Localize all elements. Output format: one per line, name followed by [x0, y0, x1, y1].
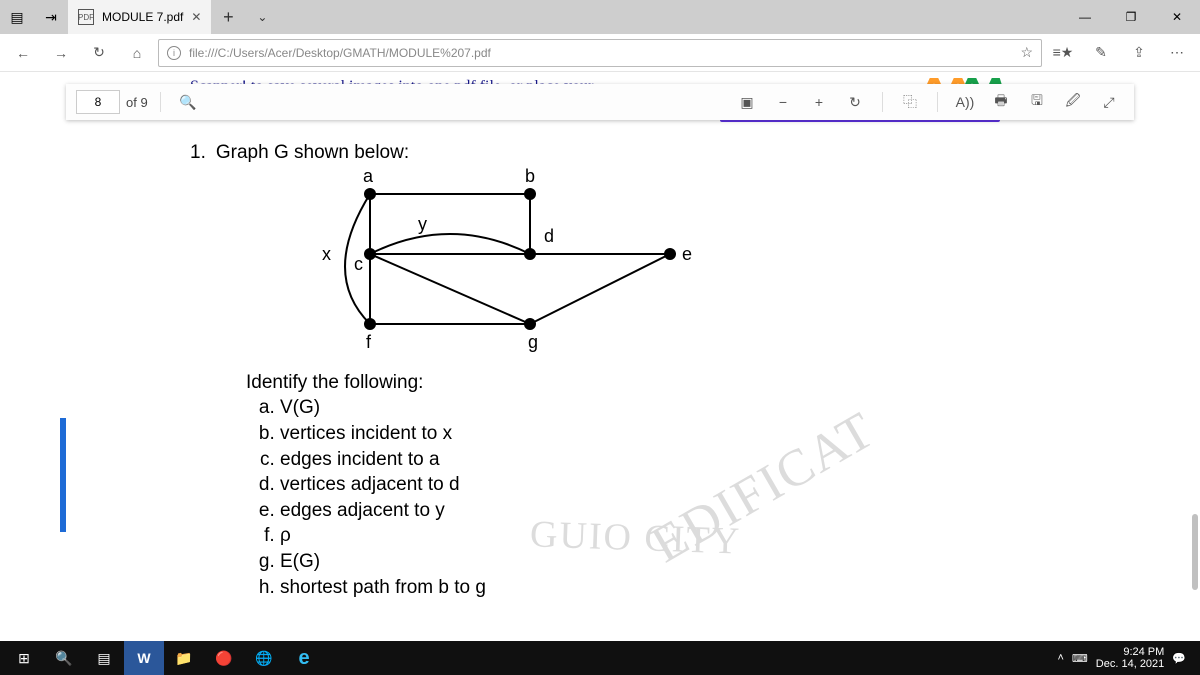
question-item: vertices incident to x — [280, 421, 830, 447]
print-icon[interactable]: 🖶 — [986, 87, 1016, 117]
question-item: ρ — [280, 523, 830, 549]
save-icon[interactable]: 🖫 — [1022, 87, 1052, 117]
tab-chevron-icon[interactable]: ⌄ — [245, 0, 279, 34]
tray-chevron-icon[interactable]: ˄ — [1057, 652, 1063, 664]
edge-taskbar-icon[interactable]: e — [284, 641, 324, 675]
notifications-icon[interactable]: 💬 — [1172, 652, 1186, 665]
maximize-button[interactable]: ❐ — [1108, 0, 1154, 34]
address-bar[interactable]: i file:///C:/Users/Acer/Desktop/GMATH/MO… — [158, 39, 1042, 67]
svg-text:e: e — [682, 244, 692, 264]
page-number-input[interactable] — [76, 90, 120, 114]
svg-text:b: b — [525, 166, 535, 186]
pdf-toolbar: of 9 🔍 ▣ − + ↻ ⿻ A)) 🖶 🖫 🖉 ⤢ — [66, 84, 1134, 120]
refresh-button[interactable]: ↻ — [82, 38, 116, 68]
fullscreen-icon[interactable]: ⤢ — [1094, 87, 1124, 117]
site-info-icon[interactable]: i — [167, 46, 181, 60]
layout-icon[interactable]: ⿻ — [895, 87, 925, 117]
home-button[interactable]: ⌂ — [120, 38, 154, 68]
graph-figure: a b x c d e f g y — [250, 164, 770, 364]
task-view-icon[interactable]: ▤ — [84, 641, 124, 675]
annotation-mark — [60, 418, 66, 532]
svg-text:a: a — [363, 166, 374, 186]
back-button[interactable]: ← — [6, 38, 40, 68]
favorite-icon[interactable]: ☆ — [1020, 44, 1033, 61]
heading-number: 1. — [190, 140, 206, 166]
question-item: E(G) — [280, 549, 830, 575]
svg-text:y: y — [418, 214, 427, 234]
taskbar: ⊞ 🔍 ▤ W 📁 🔴 🌐 e ˄ ⌨ 9:24 PM Dec. 14, 202… — [0, 641, 1200, 675]
svg-text:x: x — [322, 244, 331, 264]
minimize-button[interactable]: — — [1062, 0, 1108, 34]
explorer-taskbar-icon[interactable]: 📁 — [164, 641, 204, 675]
question-item: shortest path from b to g — [280, 575, 830, 601]
close-window-button[interactable]: ✕ — [1154, 0, 1200, 34]
scrollbar-thumb[interactable] — [1192, 514, 1198, 590]
fit-page-icon[interactable]: ▣ — [732, 87, 762, 117]
read-aloud-icon[interactable]: A)) — [950, 87, 980, 117]
url-text: file:///C:/Users/Acer/Desktop/GMATH/MODU… — [189, 46, 491, 60]
more-icon[interactable]: ⋯ — [1160, 38, 1194, 68]
pdf-icon: PDF — [78, 9, 94, 25]
app-taskbar-icon[interactable]: 🔴 — [204, 641, 244, 675]
clock-date: Dec. 14, 2021 — [1096, 658, 1165, 670]
svg-text:d: d — [544, 226, 554, 246]
keyboard-icon[interactable]: ⌨ — [1072, 652, 1088, 665]
document-page: 1. Graph G shown below: a b x c d e f — [190, 140, 830, 600]
browser-tab[interactable]: PDF MODULE 7.pdf ✕ — [68, 0, 211, 34]
word-taskbar-icon[interactable]: W — [124, 641, 164, 675]
svg-text:c: c — [354, 254, 363, 274]
question-item: vertices adjacent to d — [280, 472, 830, 498]
search-taskbar-icon[interactable]: 🔍 — [44, 641, 84, 675]
page-count-label: of 9 — [126, 95, 148, 110]
identify-label: Identify the following: — [246, 370, 830, 396]
favorites-icon[interactable]: ≡★ — [1046, 38, 1080, 68]
tab-actions-icon[interactable]: ⇥ — [34, 0, 68, 34]
question-item: edges incident to a — [280, 447, 830, 473]
rotate-icon[interactable]: ↻ — [840, 87, 870, 117]
app-taskbar-icon[interactable]: 🌐 — [244, 641, 284, 675]
question-item: V(G) — [280, 395, 830, 421]
zoom-in-icon[interactable]: + — [804, 87, 834, 117]
share-icon[interactable]: ⇪ — [1122, 38, 1156, 68]
heading-text: Graph G shown below: — [216, 140, 409, 166]
clock[interactable]: 9:24 PM Dec. 14, 2021 — [1096, 646, 1165, 670]
new-tab-button[interactable]: + — [211, 0, 245, 34]
start-button[interactable]: ⊞ — [4, 641, 44, 675]
zoom-out-icon[interactable]: − — [768, 87, 798, 117]
pen-icon[interactable]: ✎ — [1084, 38, 1118, 68]
tab-title: MODULE 7.pdf — [102, 10, 183, 24]
clock-time: 9:24 PM — [1096, 646, 1165, 658]
close-tab-icon[interactable]: ✕ — [191, 10, 201, 24]
annotate-icon[interactable]: 🖉 — [1058, 87, 1088, 117]
app-icon: ▤ — [0, 0, 34, 34]
forward-button[interactable]: → — [44, 38, 78, 68]
svg-text:f: f — [366, 332, 372, 352]
svg-text:g: g — [528, 332, 538, 352]
search-icon[interactable]: 🔍 — [173, 87, 203, 117]
question-item: edges adjacent to y — [280, 498, 830, 524]
